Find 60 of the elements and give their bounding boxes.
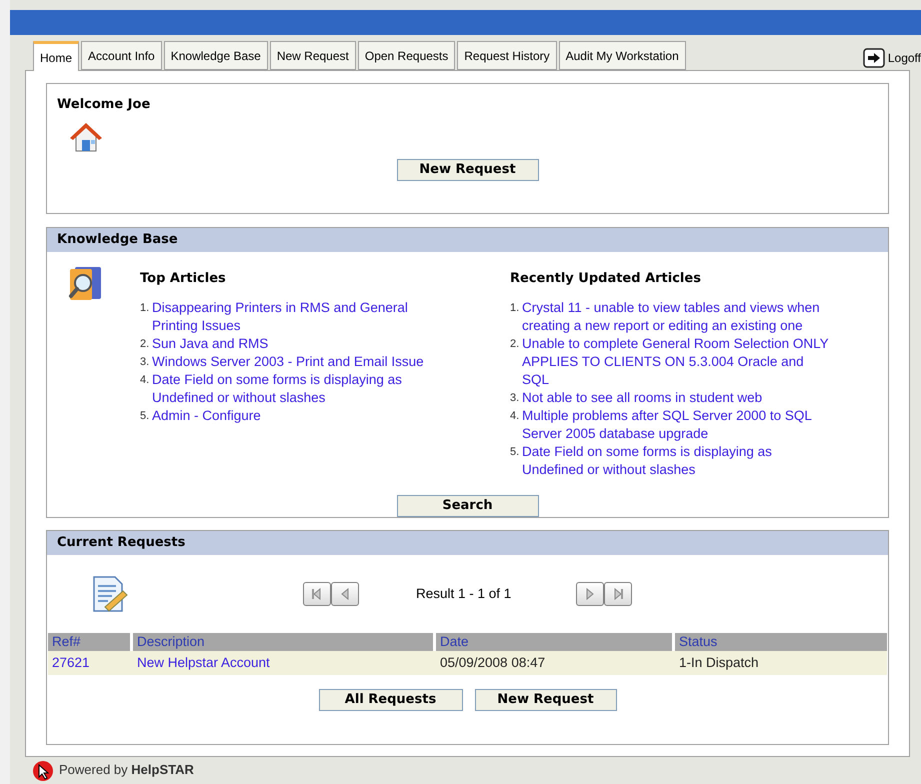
document-pen-icon <box>91 574 129 614</box>
list-number: 1. <box>510 300 520 316</box>
previous-page-button[interactable] <box>331 582 359 606</box>
first-page-button[interactable] <box>303 582 331 606</box>
list-number: 2. <box>140 336 150 352</box>
column-header: Description <box>133 633 433 651</box>
action-button[interactable]: All Requests <box>318 689 462 711</box>
table-cell: 05/09/2008 08:47 <box>440 655 546 670</box>
logoff-button[interactable]: Logoff <box>862 48 921 68</box>
article-link[interactable]: Multiple problems after SQL Server 2000 to SQL Server 2005 database upgrade <box>522 406 832 442</box>
article-link[interactable]: Windows Server 2003 - Print and Email Issue <box>152 352 452 370</box>
article-link[interactable]: Crystal 11 - unable to view tables and views when creating a new report or editing an existing one <box>522 298 832 334</box>
welcome-title: Welcome Joe <box>57 96 152 114</box>
column-header: Date <box>436 633 672 651</box>
house-icon <box>69 120 103 152</box>
tab[interactable]: Request History <box>457 41 557 70</box>
article-link[interactable]: Unable to complete General Room Selection ONLY APPLIES TO CLIENTS ON 5.3.004 Oracle and SQL <box>522 334 832 388</box>
panel-title: Knowledge Base <box>57 231 178 250</box>
next-page-button[interactable] <box>576 582 604 606</box>
table-cell: 1-In Dispatch <box>679 655 759 670</box>
exit-icon <box>862 48 885 68</box>
article-link[interactable]: Date Field on some forms is displaying as Undefined or without slashes <box>152 370 452 406</box>
list-number: 1. <box>140 300 150 316</box>
tab[interactable]: Account Info <box>81 41 162 70</box>
article-link[interactable]: Disappearing Printers in RMS and General Printing Issues <box>152 298 452 334</box>
article-link[interactable]: Admin - Configure <box>152 406 452 424</box>
skip-arrow-icon <box>612 587 624 601</box>
footer-text: Powered by HelpSTAR <box>59 761 194 780</box>
list-number: 3. <box>140 354 150 370</box>
tab[interactable]: Open Requests <box>358 41 456 70</box>
last-page-button[interactable] <box>604 582 632 606</box>
list-number: 5. <box>140 408 150 424</box>
list-number: 5. <box>510 444 520 460</box>
article-link[interactable]: Date Field on some forms is displaying as Undefined or without slashes <box>522 442 832 478</box>
row-link[interactable]: New Helpstar Account <box>137 655 270 670</box>
arrow-icon <box>584 587 596 601</box>
section-title: Top Articles <box>140 270 227 288</box>
tab[interactable]: Audit My Workstation <box>558 41 686 70</box>
column-header: Status <box>675 633 887 651</box>
action-button[interactable]: Search <box>396 494 538 516</box>
tab[interactable]: Knowledge Base <box>164 41 268 70</box>
article-link[interactable]: Not able to see all rooms in student web <box>522 388 832 406</box>
article-link[interactable]: Sun Java and RMS <box>152 334 452 352</box>
action-button[interactable]: New Request <box>396 158 538 180</box>
tab[interactable]: Home <box>33 41 80 71</box>
list-number: 3. <box>510 390 520 406</box>
list-number: 4. <box>140 372 150 388</box>
skip-arrow-icon <box>311 587 323 601</box>
row-link[interactable]: 27621 <box>52 655 90 670</box>
tab[interactable]: New Request <box>270 41 356 70</box>
logo-icon <box>30 759 56 781</box>
panel-title: Current Requests <box>57 534 186 552</box>
result-count: Result 1 - 1 of 1 <box>416 584 512 603</box>
list-number: 2. <box>510 336 520 352</box>
column-header: Ref# <box>48 633 130 651</box>
list-number: 4. <box>510 408 520 424</box>
arrow-icon <box>339 587 351 601</box>
table-row[interactable]: 27621 New Helpstar Account 05/09/2008 08:47 1-In Dispatch <box>48 651 887 675</box>
action-button[interactable]: New Request <box>474 689 616 711</box>
section-title: Recently Updated Articles <box>510 270 702 288</box>
